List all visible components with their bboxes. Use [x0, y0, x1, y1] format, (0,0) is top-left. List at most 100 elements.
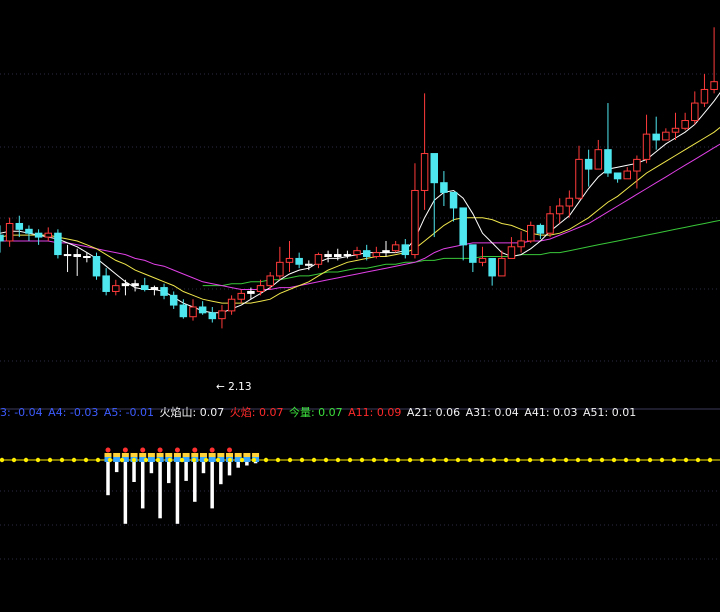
- candle-body: [642, 133, 651, 160]
- flame-cap-blue: [147, 457, 155, 462]
- baseline-dot: [539, 457, 545, 463]
- candle-body: [54, 232, 62, 256]
- candle-body: [691, 102, 699, 122]
- candle-body: [633, 158, 641, 172]
- candle-body: [449, 191, 458, 209]
- flame-cap-blue: [243, 457, 251, 462]
- candle-body: [208, 312, 217, 320]
- flame-cap-yellow: [113, 453, 121, 457]
- candle-body: [662, 131, 670, 141]
- candle-body: [440, 182, 448, 193]
- baseline-dot: [479, 457, 485, 463]
- candle-body: [276, 261, 284, 277]
- candle-body: [189, 306, 197, 318]
- flame-cap-yellow: [191, 453, 199, 457]
- flame-tip: [105, 447, 111, 453]
- indicator-a31: A31: 0.04: [465, 406, 519, 419]
- candle-body: [420, 153, 429, 191]
- flame-cap-blue: [113, 457, 121, 462]
- candle-body: [681, 120, 689, 129]
- candle-body: [536, 224, 545, 234]
- candle-body: [218, 310, 226, 320]
- candle-body: [227, 298, 236, 312]
- baseline-dot: [215, 457, 221, 463]
- flame-cap-yellow: [226, 453, 234, 457]
- flame-tip: [140, 447, 146, 453]
- candle-body: [15, 222, 24, 230]
- candle-body: [285, 257, 294, 263]
- baseline-dot: [419, 457, 425, 463]
- candle-body: [469, 244, 477, 263]
- candle-body: [247, 290, 255, 294]
- baseline-dot: [371, 457, 377, 463]
- baseline-dot: [527, 457, 533, 463]
- baseline-dot: [131, 457, 137, 463]
- baseline-dot: [383, 457, 389, 463]
- baseline-dot: [251, 457, 257, 463]
- candle-body: [382, 250, 390, 254]
- candle-body: [372, 252, 381, 258]
- candle-body: [256, 285, 265, 292]
- candle-body: [517, 240, 525, 248]
- candle-body: [102, 275, 110, 292]
- baseline-dot: [167, 457, 173, 463]
- candle-body: [131, 283, 139, 287]
- indicator-huoyan: 火焰: 0.07: [229, 406, 284, 419]
- candle-body: [25, 228, 33, 234]
- candle-body: [198, 306, 207, 314]
- candle-body: [362, 250, 371, 258]
- baseline-dot: [683, 457, 689, 463]
- candle-body: [179, 304, 188, 318]
- baseline-dot: [551, 457, 557, 463]
- candle-body: [575, 158, 583, 199]
- flame-tip: [122, 447, 128, 453]
- baseline-dot: [671, 457, 677, 463]
- baseline-dot: [707, 457, 713, 463]
- flame-cap-yellow: [147, 453, 155, 457]
- baseline-dot: [179, 457, 185, 463]
- baseline-dot: [563, 457, 569, 463]
- flame-cap-yellow: [173, 453, 181, 457]
- indicator-a11: A11: 0.09: [348, 406, 402, 419]
- candle-body: [652, 133, 660, 141]
- baseline-dot: [155, 457, 161, 463]
- baseline-dot: [35, 457, 41, 463]
- flame-cap-yellow: [252, 453, 260, 457]
- low-price-value: 2.13: [228, 381, 252, 393]
- flame-tip: [209, 447, 215, 453]
- candle-body: [266, 275, 274, 287]
- baseline-dot: [695, 457, 701, 463]
- baseline-dot: [467, 457, 473, 463]
- baseline-dot: [407, 457, 413, 463]
- flame-tip: [174, 447, 180, 453]
- candle-body: [546, 213, 554, 234]
- flame-cap-blue: [208, 457, 216, 462]
- flame-cap-yellow: [104, 453, 112, 457]
- baseline-dot: [443, 457, 449, 463]
- flame-tip: [192, 447, 198, 453]
- flame-cap-yellow: [139, 453, 147, 457]
- candle-body: [430, 153, 438, 184]
- candle-body: [710, 81, 718, 90]
- candle-body: [295, 257, 303, 265]
- flame-cap-yellow: [234, 453, 242, 457]
- candle-body: [555, 205, 564, 215]
- candle-body: [150, 287, 159, 291]
- flame-cap-yellow: [121, 453, 129, 457]
- candle-body: [478, 257, 487, 263]
- flame-cap-yellow: [156, 453, 164, 457]
- baseline-dot: [623, 457, 629, 463]
- baseline-dot: [503, 457, 509, 463]
- candle-body: [584, 158, 593, 170]
- candle-body: [83, 256, 91, 258]
- low-price-annotation: ← 2.13: [216, 381, 252, 393]
- candle-body: [121, 283, 130, 287]
- candle-body: [112, 285, 120, 292]
- baseline-dot: [311, 457, 317, 463]
- indicator-a4: A4: -0.03: [48, 406, 99, 419]
- candle-body: [314, 254, 323, 265]
- flame-cap-yellow: [165, 453, 173, 457]
- candle-body: [92, 256, 101, 277]
- candle-body: [594, 149, 603, 170]
- baseline-dot: [515, 457, 521, 463]
